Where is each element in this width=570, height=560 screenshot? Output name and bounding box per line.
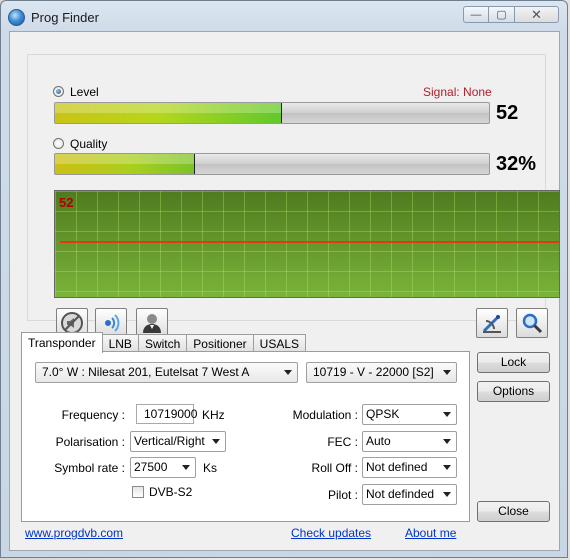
polarisation-select-value: Vertical/Right — [134, 434, 205, 448]
tab-switch[interactable]: Switch — [137, 334, 188, 352]
minimize-button[interactable]: — — [463, 6, 489, 23]
window-title: Prog Finder — [31, 10, 99, 25]
frequency-field[interactable]: 10719000 — [136, 404, 197, 424]
level-value: 52 — [496, 102, 519, 124]
chevron-down-icon — [443, 370, 451, 375]
rolloff-label: Roll Off : — [311, 461, 358, 475]
satellite-select-value: 7.0° W : Nilesat 201, Eutelsat 7 West A — [42, 365, 250, 379]
chevron-down-icon — [212, 439, 220, 444]
symbol-rate-label: Symbol rate : — [54, 461, 125, 475]
pilot-select-value: Not definded — [366, 487, 435, 501]
website-link[interactable]: www.progdvb.com — [25, 526, 123, 540]
app-logo-icon — [8, 9, 25, 26]
dvbs2-label: DVB-S2 — [149, 485, 193, 499]
satellite-select[interactable]: 7.0° W : Nilesat 201, Eutelsat 7 West A — [35, 362, 298, 383]
quality-bar — [54, 153, 490, 175]
antenna-button[interactable] — [476, 308, 508, 338]
title-bar[interactable]: Prog Finder — ▢ ✕ — [1, 1, 567, 35]
fec-select-value: Auto — [366, 434, 391, 448]
quality-bar-fill — [55, 154, 195, 174]
level-radio[interactable] — [53, 86, 64, 97]
scope-value: 52 — [59, 195, 74, 210]
transponder-select[interactable]: 10719 - V - 22000 [S2] — [306, 362, 457, 383]
level-bar — [54, 102, 490, 124]
satellite-dish-icon — [482, 315, 501, 333]
window-controls: — ▢ ✕ — [463, 6, 559, 23]
prog-finder-window: Prog Finder — ▢ ✕ Level Signal: None 52 … — [0, 0, 568, 558]
lock-button[interactable]: Lock — [477, 352, 550, 373]
symbol-rate-unit: Ks — [203, 461, 218, 475]
check-updates-link[interactable]: Check updates — [291, 526, 371, 540]
polarisation-label: Polarisation : — [55, 435, 125, 449]
chevron-down-icon — [443, 412, 451, 417]
quality-value: 32% — [496, 153, 537, 175]
tab-usals[interactable]: USALS — [252, 334, 307, 352]
pilot-label: Pilot : — [327, 488, 358, 502]
level-bar-fill — [55, 103, 282, 123]
rolloff-select[interactable]: Not defined — [362, 457, 457, 478]
search-button[interactable] — [516, 308, 548, 338]
tab-lnb[interactable]: LNB — [101, 334, 139, 352]
modulation-label: Modulation : — [292, 408, 358, 422]
modulation-select-value: QPSK — [366, 407, 400, 421]
frequency-label: Frequency : — [61, 408, 125, 422]
scope-level-line — [60, 241, 559, 243]
signal-scope: 52 — [54, 190, 560, 298]
fec-select[interactable]: Auto — [362, 431, 457, 452]
level-label: Level — [70, 85, 99, 99]
fec-label: FEC : — [327, 435, 358, 449]
chevron-down-icon — [443, 492, 451, 497]
settings-tabs: Transponder LNB Switch Positioner USALS — [21, 332, 307, 353]
magnifier-icon — [522, 313, 543, 334]
maximize-button[interactable]: ▢ — [489, 6, 515, 23]
rolloff-select-value: Not defined — [366, 460, 428, 474]
tab-transponder[interactable]: Transponder — [21, 332, 103, 353]
signal-status: Signal: None — [423, 85, 492, 99]
about-link[interactable]: About me — [405, 526, 456, 540]
polarisation-select[interactable]: Vertical/Right — [130, 431, 226, 452]
modulation-select[interactable]: QPSK — [362, 404, 457, 425]
symbol-rate-select[interactable]: 27500 — [130, 457, 196, 478]
transponder-panel: 7.0° W : Nilesat 201, Eutelsat 7 West A … — [21, 351, 470, 522]
chevron-down-icon — [182, 465, 190, 470]
quality-label: Quality — [70, 137, 108, 151]
chevron-down-icon — [443, 465, 451, 470]
chevron-down-icon — [284, 370, 292, 375]
client-area: Level Signal: None 52 Quality 32% 52 Tra… — [9, 31, 560, 551]
frequency-unit: KHz — [202, 408, 225, 422]
close-window-button[interactable]: ✕ — [515, 6, 559, 23]
symbol-rate-select-value: 27500 — [134, 460, 168, 474]
close-button[interactable]: Close — [477, 501, 550, 522]
tab-positioner[interactable]: Positioner — [186, 334, 254, 352]
chevron-down-icon — [443, 439, 451, 444]
pilot-select[interactable]: Not definded — [362, 484, 457, 505]
dvbs2-checkbox[interactable] — [132, 486, 144, 498]
options-button[interactable]: Options — [477, 381, 550, 402]
quality-radio[interactable] — [53, 138, 64, 149]
signal-panel: Level Signal: None 52 Quality 32% 52 — [27, 54, 560, 338]
transponder-select-value: 10719 - V - 22000 [S2] — [313, 365, 434, 379]
